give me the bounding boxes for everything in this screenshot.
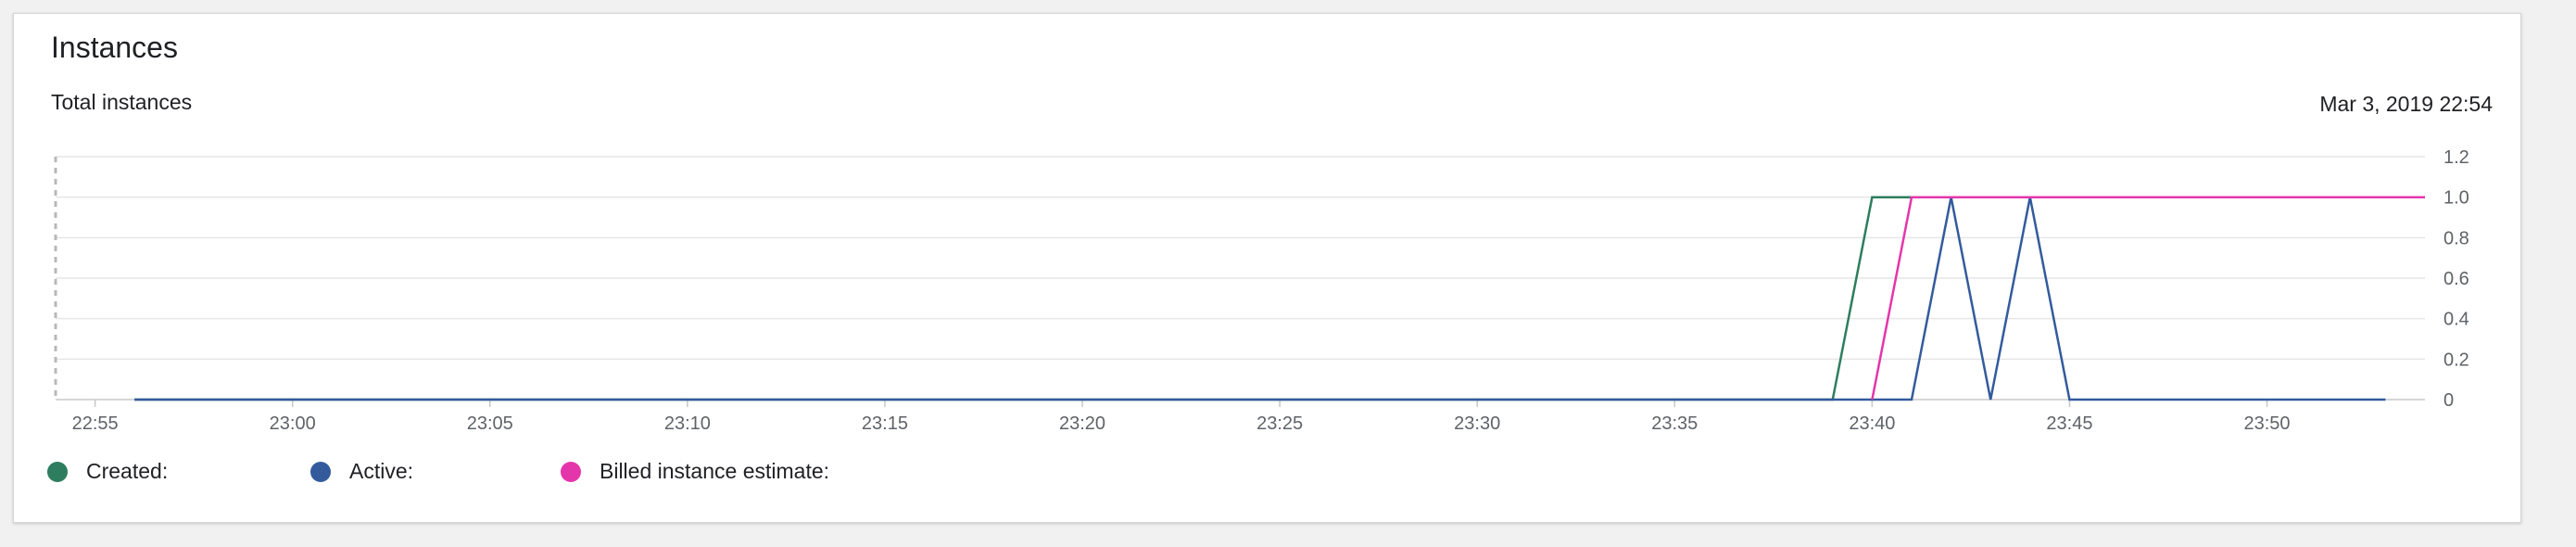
y-tick-label: 0.8: [2443, 228, 2469, 248]
x-tick-label: 23:10: [664, 413, 711, 434]
legend-item-created[interactable]: Created:: [47, 459, 168, 484]
x-tick-labels: 22:55 23:00 23:05 23:10 23:15 23:20 23:25 23:30…: [72, 413, 2291, 434]
y-tick-labels: 0 0.2 0.4 0.6 0.8 1.0 1.2: [2443, 147, 2469, 411]
series-line-created[interactable]: [134, 196, 2386, 401]
legend-dot-created: [47, 461, 68, 482]
legend-dot-active: [310, 461, 331, 482]
instances-card: Instances Total instances Mar 3, 2019 22…: [13, 13, 2521, 523]
x-tick-label: 22:55: [72, 413, 119, 434]
x-tick-label: 23:25: [1256, 413, 1303, 434]
instances-line-chart[interactable]: 0 0.2 0.4 0.6 0.8 1.0 1.2 22:55 23:00 23:05 23:10…: [14, 14, 2520, 450]
y-tick-label: 0.4: [2443, 310, 2469, 330]
legend-item-billed[interactable]: Billed instance estimate:: [561, 459, 829, 484]
y-tick-label: 0.2: [2443, 350, 2469, 370]
x-tick-label: 23:45: [2046, 413, 2092, 434]
legend-label-billed: Billed instance estimate:: [600, 459, 830, 483]
y-tick-label: 1.0: [2443, 188, 2469, 209]
legend-label-active: Active:: [349, 459, 414, 483]
x-tick-label: 23:15: [862, 413, 908, 434]
series-line-billed[interactable]: [1871, 196, 2425, 401]
x-tick-label: 23:40: [1849, 413, 1895, 434]
series-line-active[interactable]: [134, 197, 2386, 401]
legend-label-created: Created:: [86, 459, 169, 483]
x-tick-label: 23:30: [1454, 413, 1500, 434]
y-tick-label: 1.2: [2443, 147, 2469, 168]
y-tick-label: 0.6: [2443, 269, 2469, 289]
legend-item-active[interactable]: Active:: [310, 459, 413, 484]
x-tick-label: 23:20: [1059, 413, 1105, 434]
x-tick-label: 23:35: [1651, 413, 1698, 434]
x-tick-label: 23:00: [270, 413, 316, 434]
legend-dot-billed: [561, 461, 581, 482]
y-tick-label: 0: [2443, 390, 2454, 411]
grid-lines: [56, 156, 2425, 401]
x-tick-label: 23:50: [2244, 413, 2291, 434]
series-lines: [134, 196, 2425, 401]
x-tick-label: 23:05: [467, 413, 513, 434]
